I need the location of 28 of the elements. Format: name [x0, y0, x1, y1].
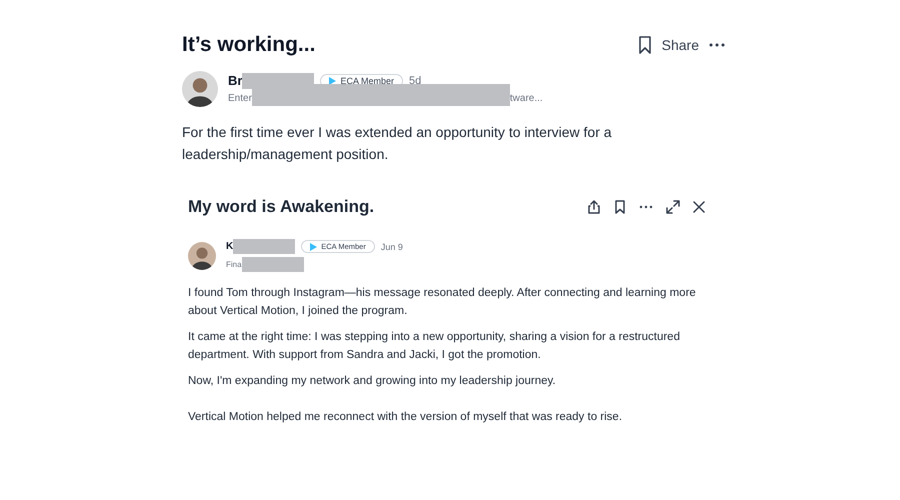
- author-headline: Fina: [226, 260, 242, 269]
- bookmark-icon[interactable]: [614, 200, 626, 214]
- play-icon: [329, 76, 336, 84]
- post-time: 5d: [408, 74, 422, 86]
- card-title: My word is Awakening.: [188, 197, 374, 217]
- card-paragraph: It came at the right time: I was stepping into a new opportunity, sharing a vision for a restructured department. With support from Sandra and Jacki, I got the promotion.: [188, 330, 681, 363]
- post-body: For the first time ever I was extended an opportunity to interview for a leadership/management position.: [182, 123, 613, 164]
- author-headline: Enter: [228, 93, 252, 104]
- more-icon[interactable]: [639, 205, 653, 209]
- play-icon: [310, 242, 318, 250]
- close-icon[interactable]: [693, 201, 705, 213]
- post-title: It’s working...: [182, 33, 316, 57]
- author-name[interactable]: K: [226, 241, 234, 252]
- author-name[interactable]: Br: [228, 73, 242, 88]
- card-paragraph: Vertical Motion helped me reconnect with the version of myself that was ready to rise.: [188, 410, 624, 425]
- more-icon[interactable]: [709, 43, 725, 47]
- share-button[interactable]: Share: [662, 37, 699, 53]
- share-icon[interactable]: [587, 200, 601, 214]
- bookmark-icon[interactable]: [638, 36, 652, 54]
- card-paragraph: I found Tom through Instagram—his message resonated deeply. After connecting and learning more about Vertical Motion, I joined the program.: [188, 286, 696, 319]
- avatar: [182, 71, 218, 107]
- redaction-block: [233, 239, 296, 254]
- card-paragraph: Now, I'm expanding my network and growing into my leadership journey.: [188, 374, 557, 389]
- expand-icon[interactable]: [666, 200, 680, 214]
- avatar: [188, 242, 216, 270]
- redaction-block: [242, 257, 304, 272]
- author-headline: tware...: [510, 93, 543, 104]
- post-time: Jun 9: [380, 242, 403, 252]
